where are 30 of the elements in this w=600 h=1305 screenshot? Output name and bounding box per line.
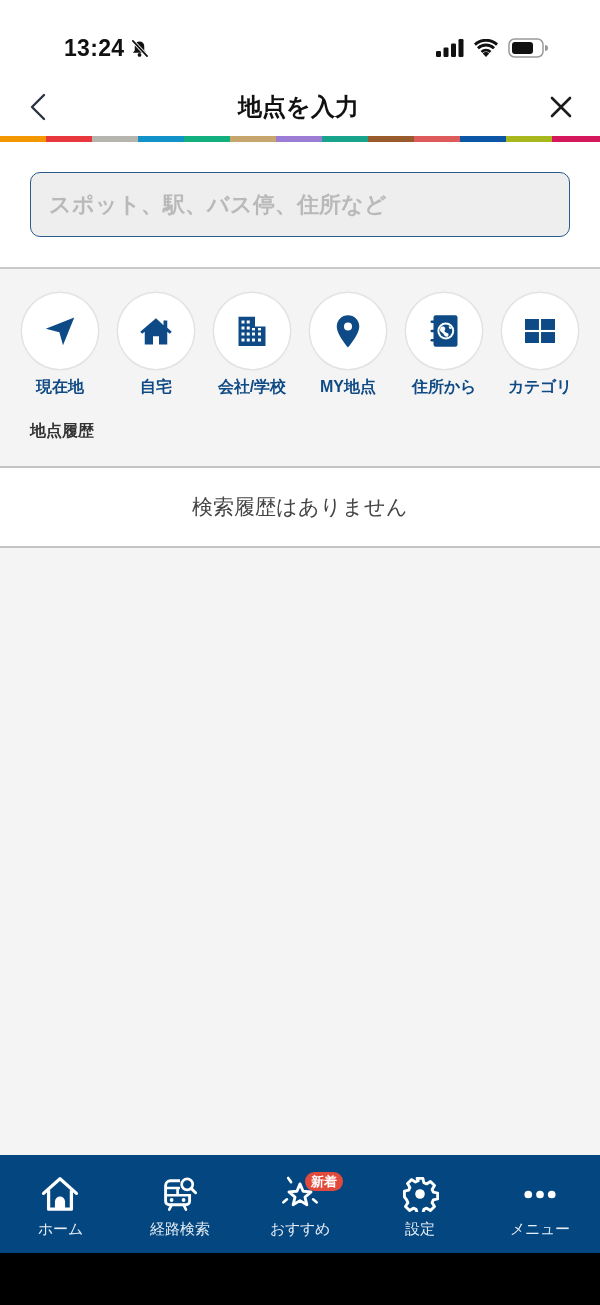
shortcut-button[interactable]: 自宅 [108, 293, 204, 398]
empty-message: 検索履歴はありません [192, 494, 408, 520]
shortcut-button[interactable]: 会社/学校 [204, 293, 300, 398]
house-icon [118, 293, 194, 369]
tab-item[interactable]: 設定 [360, 1155, 480, 1253]
signal-icon [436, 39, 464, 57]
train-search-icon [161, 1176, 199, 1212]
battery-icon [508, 38, 548, 58]
shortcut-button[interactable]: MY地点 [300, 293, 396, 398]
house-icon [41, 1176, 79, 1212]
close-icon [550, 96, 572, 118]
tab-item[interactable]: ホーム [0, 1155, 120, 1253]
shortcut-button[interactable]: 住所から [396, 293, 492, 398]
grid-icon [502, 293, 578, 369]
page-title: 地点を入力 [237, 92, 359, 122]
building-icon [214, 293, 290, 369]
tab-item[interactable]: 新着 おすすめ [240, 1155, 360, 1253]
shortcut-button[interactable]: カテゴリ [492, 293, 588, 398]
new-badge: 新着 [305, 1172, 343, 1191]
status-time: 13:24 [64, 34, 125, 62]
tab-item[interactable]: メニュー [480, 1155, 600, 1253]
tab-item[interactable]: 経路検索 [120, 1155, 240, 1253]
settings-icon [401, 1176, 439, 1212]
back-chevron-icon [30, 93, 46, 121]
wifi-icon [474, 39, 498, 57]
more-icon [524, 1189, 556, 1199]
shortcut-button[interactable]: 現在地 [12, 293, 108, 398]
map-pin-icon [310, 293, 386, 369]
section-title: 地点履歴 [28, 421, 95, 441]
address-book-icon [406, 293, 482, 369]
